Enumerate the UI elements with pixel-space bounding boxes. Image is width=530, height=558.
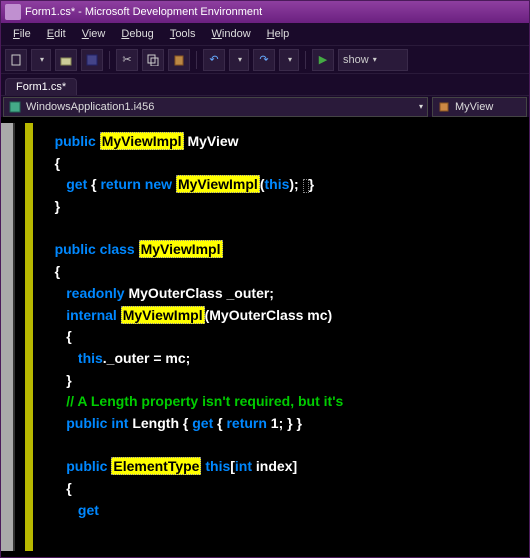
code-editor[interactable]: public MyViewImpl MyView { get { return … <box>1 117 529 557</box>
code-line: } <box>39 196 529 218</box>
menu-edit[interactable]: Edit <box>39 26 74 42</box>
toolbar-copy-button[interactable] <box>142 49 164 71</box>
code-area[interactable]: public MyViewImpl MyView { get { return … <box>35 123 529 551</box>
ide-window: Form1.cs* - Microsoft Development Enviro… <box>0 0 530 558</box>
menu-edit-label: dit <box>54 28 66 40</box>
chevron-down-icon: ▾ <box>419 102 423 111</box>
code-line: public class MyViewImpl <box>39 239 529 261</box>
toolbar-sep <box>305 51 306 69</box>
toolbar-new-button[interactable] <box>5 49 27 71</box>
nav-class-label: WindowsApplication1.i456 <box>26 101 154 113</box>
code-line: public int Length { get { return 1; } } <box>39 413 529 435</box>
chevron-down-icon: ▾ <box>373 55 377 64</box>
menu-window[interactable]: Window <box>204 26 259 42</box>
play-icon: ▶ <box>319 53 327 66</box>
toolbar-save-button[interactable] <box>81 49 103 71</box>
code-line <box>39 218 529 240</box>
code-line: get { return new MyViewImpl(this); } <box>39 174 529 196</box>
menu-help-label: elp <box>275 28 290 40</box>
cut-icon: ✂ <box>122 53 131 66</box>
menu-tools-label: ools <box>175 28 195 40</box>
code-line: internal MyViewImpl(MyOuterClass mc) <box>39 305 529 327</box>
menu-view[interactable]: View <box>74 26 114 42</box>
redo-icon: ↷ <box>259 53 268 66</box>
code-line: { <box>39 478 529 500</box>
toolbar: ▾ ✂ ↶ ▾ ↷ ▾ ▶ show ▾ <box>1 45 529 73</box>
menu-tools[interactable]: Tools <box>162 26 204 42</box>
find-label: show <box>343 54 369 66</box>
code-line: { <box>39 326 529 348</box>
editor-margin-dark <box>13 123 15 551</box>
toolbar-undo-button[interactable]: ↶ <box>203 49 225 71</box>
tab-form1[interactable]: Form1.cs* <box>5 78 77 95</box>
menu-debug-label: ebug <box>129 28 153 40</box>
menu-window-label: indow <box>222 28 251 40</box>
toolbar-new-dropdown[interactable]: ▾ <box>31 49 51 71</box>
menu-view-label: iew <box>89 28 106 40</box>
titlebar[interactable]: Form1.cs* - Microsoft Development Enviro… <box>1 1 529 23</box>
tabbar: Form1.cs* <box>1 73 529 95</box>
code-line: { <box>39 261 529 283</box>
code-line: readonly MyOuterClass _outer; <box>39 283 529 305</box>
menu-debug[interactable]: Debug <box>113 26 161 42</box>
toolbar-cut-button[interactable]: ✂ <box>116 49 138 71</box>
code-line: // A Length property isn't required, but… <box>39 391 529 413</box>
window-title: Form1.cs* - Microsoft Development Enviro… <box>25 6 262 18</box>
code-line: public ElementType this[int index] <box>39 456 529 478</box>
chevron-down-icon: ▾ <box>40 55 44 64</box>
toolbar-find-dropdown[interactable]: show ▾ <box>338 49 408 71</box>
class-icon <box>8 100 22 114</box>
tab-label: Form1.cs* <box>16 81 66 93</box>
toolbar-sep <box>196 51 197 69</box>
code-line: get <box>39 500 529 522</box>
menu-help[interactable]: Help <box>259 26 298 42</box>
code-line: } <box>39 370 529 392</box>
chevron-down-icon: ▾ <box>238 55 242 64</box>
app-icon <box>5 4 21 20</box>
toolbar-open-button[interactable] <box>55 49 77 71</box>
toolbar-redo-dropdown[interactable]: ▾ <box>279 49 299 71</box>
undo-icon: ↶ <box>209 53 218 66</box>
nav-class-dropdown[interactable]: WindowsApplication1.i456 ▾ <box>3 97 428 117</box>
editor-gutter <box>25 123 33 551</box>
toolbar-paste-button[interactable] <box>168 49 190 71</box>
nav-member-label: MyView <box>455 101 493 113</box>
menu-file-label: ile <box>20 28 31 40</box>
toolbar-redo-button[interactable]: ↷ <box>253 49 275 71</box>
code-line <box>39 435 529 457</box>
code-line: this._outer = mc; <box>39 348 529 370</box>
toolbar-undo-dropdown[interactable]: ▾ <box>229 49 249 71</box>
menubar: File Edit View Debug Tools Window Help <box>1 23 529 45</box>
property-icon <box>437 100 451 114</box>
toolbar-start-button[interactable]: ▶ <box>312 49 334 71</box>
code-line: public MyViewImpl MyView <box>39 131 529 153</box>
toolbar-sep <box>109 51 110 69</box>
menu-file[interactable]: File <box>5 26 39 42</box>
navbar: WindowsApplication1.i456 ▾ MyView <box>1 95 529 117</box>
nav-member-dropdown[interactable]: MyView <box>432 97 527 117</box>
editor-margin <box>1 123 13 551</box>
chevron-down-icon: ▾ <box>288 55 292 64</box>
code-line: { <box>39 153 529 175</box>
